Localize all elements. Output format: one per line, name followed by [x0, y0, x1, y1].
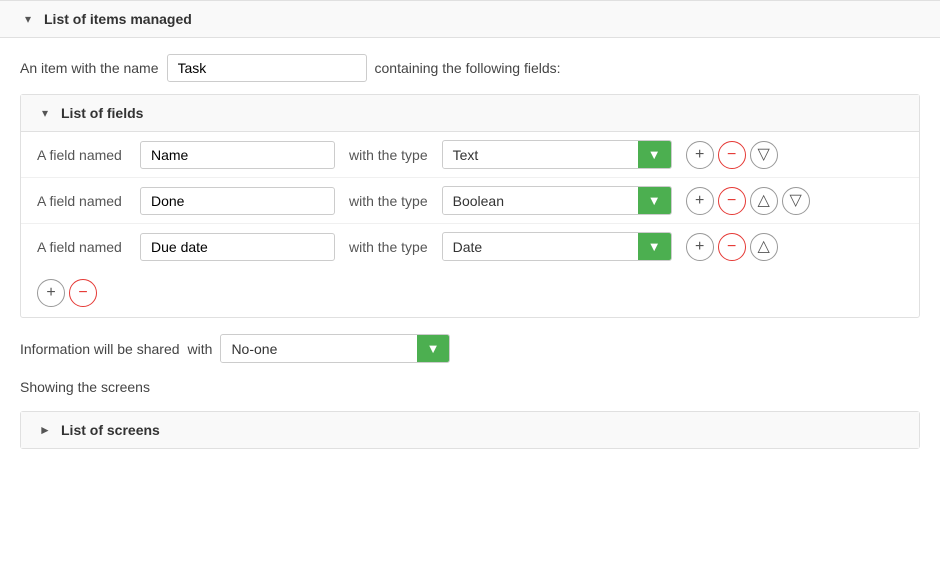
fields-chevron-icon: ▾: [37, 105, 53, 121]
type-label-1: with the type: [349, 147, 428, 163]
action-buttons-3: + − △: [686, 233, 778, 261]
type-select-wrapper-3: Date ▼: [442, 232, 672, 261]
type-dropdown-btn-2[interactable]: ▼: [638, 187, 671, 214]
table-row: A field named with the type Text ▼ + − ▽: [21, 132, 919, 178]
chevron-down-icon: ▾: [20, 11, 36, 27]
fields-header[interactable]: ▾ List of fields: [21, 95, 919, 132]
type-select-wrapper-2: Boolean ▼: [442, 186, 672, 215]
action-buttons-1: + − ▽: [686, 141, 778, 169]
sharing-prefix: Information will be shared: [20, 341, 180, 357]
screens-title: List of screens: [61, 422, 160, 438]
sharing-select-wrapper: No-one ▼: [220, 334, 450, 363]
move-down-btn-2[interactable]: ▽: [782, 187, 810, 215]
remove-field-btn-1[interactable]: −: [718, 141, 746, 169]
sharing-select-value: No-one: [221, 336, 416, 362]
type-select-wrapper-1: Text ▼: [442, 140, 672, 169]
add-row-btn[interactable]: +: [37, 279, 65, 307]
move-up-btn-3[interactable]: △: [750, 233, 778, 261]
add-field-btn-3[interactable]: +: [686, 233, 714, 261]
item-name-row: An item with the name containing the fol…: [20, 54, 920, 82]
chevron-right-icon: ►: [37, 422, 53, 438]
item-name-suffix: containing the following fields:: [375, 60, 561, 76]
move-up-btn-2[interactable]: △: [750, 187, 778, 215]
screens-section: ► List of screens: [20, 411, 920, 449]
fields-title: List of fields: [61, 105, 143, 121]
type-select-text-3: Date: [443, 234, 638, 260]
items-managed-content: An item with the name containing the fol…: [0, 38, 940, 465]
add-field-btn-1[interactable]: +: [686, 141, 714, 169]
field-name-input-3[interactable]: [140, 233, 335, 261]
showing-label: Showing the screens: [20, 379, 920, 395]
items-managed-title: List of items managed: [44, 11, 192, 27]
type-dropdown-btn-3[interactable]: ▼: [638, 233, 671, 260]
table-row: A field named with the type Date ▼ + − △: [21, 224, 919, 269]
action-buttons-2: + − △ ▽: [686, 187, 810, 215]
field-label-1: A field named: [37, 147, 132, 163]
table-row: A field named with the type Boolean ▼ + …: [21, 178, 919, 224]
field-label-3: A field named: [37, 239, 132, 255]
field-name-input-1[interactable]: [140, 141, 335, 169]
type-select-text-2: Boolean: [443, 188, 638, 214]
type-label-2: with the type: [349, 193, 428, 209]
move-down-btn-1[interactable]: ▽: [750, 141, 778, 169]
fields-table: A field named with the type Text ▼ + − ▽: [21, 132, 919, 269]
fields-section: ▾ List of fields A field named with the …: [20, 94, 920, 318]
sharing-connector: with: [188, 341, 213, 357]
add-field-btn-2[interactable]: +: [686, 187, 714, 215]
type-label-3: with the type: [349, 239, 428, 255]
item-name-input[interactable]: [167, 54, 367, 82]
sharing-row: Information will be shared with No-one ▼: [20, 334, 920, 363]
items-managed-section: ▾ List of items managed An item with the…: [0, 0, 940, 465]
remove-field-btn-2[interactable]: −: [718, 187, 746, 215]
field-name-input-2[interactable]: [140, 187, 335, 215]
type-dropdown-btn-1[interactable]: ▼: [638, 141, 671, 168]
fields-add-remove-row: + −: [21, 269, 919, 317]
field-label-2: A field named: [37, 193, 132, 209]
remove-field-btn-3[interactable]: −: [718, 233, 746, 261]
screens-header[interactable]: ► List of screens: [21, 412, 919, 448]
remove-row-btn[interactable]: −: [69, 279, 97, 307]
items-managed-header[interactable]: ▾ List of items managed: [0, 1, 940, 38]
sharing-dropdown-btn[interactable]: ▼: [417, 335, 450, 362]
type-select-text-1: Text: [443, 142, 638, 168]
item-name-prefix: An item with the name: [20, 60, 159, 76]
